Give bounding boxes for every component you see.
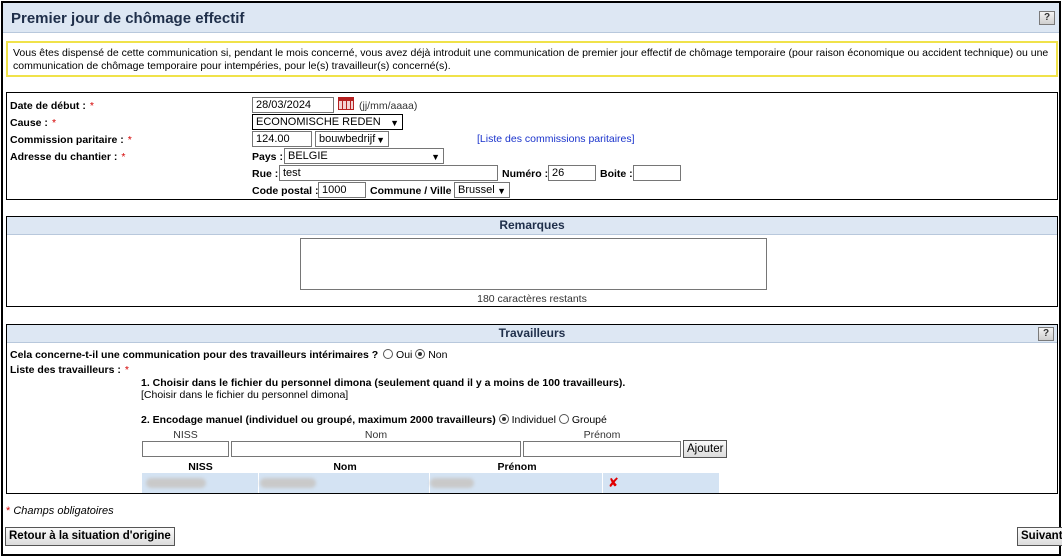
mode-group-radio[interactable]	[558, 414, 569, 424]
start-date-input[interactable]	[252, 97, 334, 113]
workers-section: Travailleurs ? Cela concerne-t-il une co…	[6, 324, 1058, 494]
temp-yes-radio[interactable]	[383, 349, 394, 359]
number-input[interactable]	[548, 165, 596, 181]
niss-column-label: NISS	[173, 429, 198, 441]
prenom-input[interactable]	[523, 441, 681, 457]
temp-workers-question: Cela concerne-t-il une communication pou…	[10, 349, 448, 361]
cause-label: Cause : *	[10, 117, 57, 129]
date-format-hint: (jj/mm/aaaa)	[359, 100, 418, 112]
remarks-textarea[interactable]	[300, 238, 767, 290]
title-bar: Premier jour de chômage effectif ?	[3, 3, 1059, 33]
option1-title: 1. Choisir dans le fichier du personnel …	[141, 377, 626, 389]
add-worker-button[interactable]: Ajouter	[683, 440, 728, 458]
table-header-nom: Nom	[333, 461, 357, 473]
remarks-section: Remarques 180 caractères restants	[6, 216, 1058, 307]
box-label: Boite :	[600, 168, 633, 180]
nom-cell-redacted	[260, 478, 316, 488]
table-header-niss: NISS	[188, 461, 213, 473]
chevron-down-icon: ▼	[497, 186, 506, 196]
remarks-header: Remarques	[7, 217, 1057, 235]
chevron-down-icon: ▼	[376, 135, 385, 145]
nom-input[interactable]	[231, 441, 521, 457]
help-icon[interactable]: ?	[1039, 11, 1055, 25]
back-button[interactable]: Retour à la situation d'origine	[5, 527, 175, 546]
delete-x-icon[interactable]: ✘	[608, 475, 619, 491]
start-date-label: Date de début : *	[10, 100, 94, 112]
chevron-down-icon: ▼	[431, 152, 440, 162]
prenom-column-label: Prénom	[583, 429, 621, 441]
street-label: Rue :	[252, 168, 279, 180]
joint-committee-select[interactable]: bouwbedrijf ▼	[315, 131, 389, 147]
next-button[interactable]: Suivant	[1017, 527, 1062, 546]
niss-input[interactable]	[142, 441, 229, 457]
street-input[interactable]	[279, 165, 498, 181]
main-frame: Premier jour de chômage effectif ? Vous …	[1, 1, 1062, 556]
mode-individual-radio[interactable]	[498, 414, 509, 424]
country-label: Pays :	[252, 151, 283, 163]
joint-committee-input[interactable]	[252, 131, 312, 147]
table-header-prenom: Prénom	[497, 461, 537, 473]
chars-remaining: 180 caractères restants	[477, 293, 587, 305]
temp-no-radio[interactable]	[415, 349, 426, 359]
postal-code-label: Code postal :	[252, 185, 319, 197]
niss-cell-redacted	[146, 478, 206, 488]
calendar-icon[interactable]	[338, 97, 354, 110]
box-input[interactable]	[633, 165, 681, 181]
prenom-cell-redacted	[430, 478, 474, 488]
city-label: Commune / Ville :	[370, 185, 458, 197]
table-row: ✘	[142, 473, 719, 493]
info-notice: Vous êtes dispensé de cette communicatio…	[6, 41, 1058, 77]
page-title: Premier jour de chômage effectif	[11, 10, 245, 27]
site-address-label: Adresse du chantier : *	[10, 151, 126, 163]
workers-list-label: Liste des travailleurs : *	[10, 364, 129, 376]
joint-committee-label: Commission paritaire : *	[10, 134, 132, 146]
help-icon[interactable]: ?	[1038, 327, 1054, 341]
cause-select[interactable]: ECONOMISCHE REDEN ▼	[252, 114, 403, 130]
option2-title: 2. Encodage manuel (individuel ou groupé…	[141, 414, 607, 426]
joint-committee-list-link[interactable]: [Liste des commissions paritaires]	[477, 133, 635, 145]
nom-column-label: Nom	[364, 429, 388, 441]
form-section: Date de début :* (jj/mm/aaaa) Cause :* E…	[6, 92, 1058, 200]
required-note: * Champs obligatoires	[6, 505, 114, 517]
workers-header: Travailleurs	[7, 325, 1057, 343]
number-label: Numéro :	[502, 168, 549, 180]
country-select[interactable]: BELGIE ▼	[284, 148, 444, 164]
city-select[interactable]: Brussel ▼	[454, 182, 510, 198]
dimona-link[interactable]: [Choisir dans le fichier du personnel di…	[141, 389, 348, 401]
postal-code-input[interactable]	[318, 182, 366, 198]
chevron-down-icon: ▼	[390, 118, 399, 128]
